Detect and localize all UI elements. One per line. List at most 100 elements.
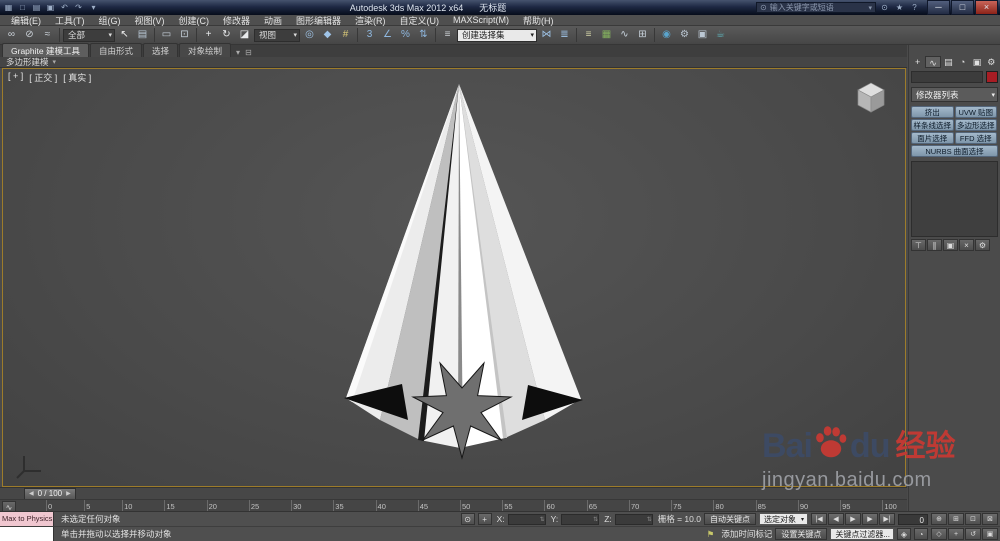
select-and-scale-icon[interactable]: ◪ xyxy=(236,27,253,43)
make-unique-icon[interactable]: ▣ xyxy=(943,239,958,251)
menu-item-12[interactable]: 帮助(H) xyxy=(516,14,561,27)
save-file-icon[interactable]: ▣ xyxy=(44,2,57,13)
panel-tab-modify[interactable]: ∿ xyxy=(925,55,941,68)
material-editor-icon[interactable]: ◉ xyxy=(658,27,675,43)
modifier-button-5[interactable]: 面片选择 xyxy=(911,132,954,144)
remove-modifier-icon[interactable]: × xyxy=(959,239,974,251)
select-and-manipulate-icon[interactable]: ◆ xyxy=(319,27,336,43)
menu-item-2[interactable]: 工具(T) xyxy=(48,14,92,27)
named-selection-sets-dropdown[interactable]: 创建选择集 ▾ xyxy=(457,28,537,42)
zoom-extents-all-button[interactable]: ⊠ xyxy=(982,513,998,525)
viewcube[interactable] xyxy=(853,79,889,115)
current-frame-field[interactable]: 0 xyxy=(898,513,928,525)
menu-item-9[interactable]: 渲染(R) xyxy=(348,14,393,27)
menu-item-3[interactable]: 组(G) xyxy=(92,14,128,27)
graphite-ribbon-toggle-icon[interactable]: ▦ xyxy=(598,27,615,43)
polygon-modeling-panel-label[interactable]: 多边形建模 xyxy=(6,56,49,68)
selection-filter-dropdown[interactable]: 全部 ▾ xyxy=(63,28,115,42)
select-and-rotate-icon[interactable]: ↻ xyxy=(218,27,235,43)
reference-coordinate-system-dropdown[interactable]: 视图 ▾ xyxy=(254,28,300,42)
app-menu-icon[interactable]: ▦ xyxy=(2,2,15,13)
panel-tab-motion[interactable]: ◔ xyxy=(956,56,969,68)
time-tag-flag-icon[interactable]: ⚑ xyxy=(707,529,715,540)
panel-tab-create[interactable]: + xyxy=(911,56,924,68)
pin-stack-icon[interactable]: ⊤ xyxy=(911,239,926,251)
y-coordinate-field[interactable]: ⇅ xyxy=(561,513,600,525)
spinner-snap-toggle-icon[interactable]: ⇅ xyxy=(415,27,432,43)
keyboard-shortcut-override-icon[interactable]: # xyxy=(337,27,354,43)
select-by-name-icon[interactable]: ▤ xyxy=(134,27,151,43)
selection-lock-toggle[interactable]: ⊙ xyxy=(460,513,475,525)
ribbon-tab-3[interactable]: 选择 xyxy=(142,43,178,57)
snap-toggle-3d-icon[interactable]: 3 xyxy=(361,27,378,43)
rectangular-selection-region-icon[interactable]: ▭ xyxy=(158,27,175,43)
ribbon-minimize-icon[interactable]: ⊟ xyxy=(245,48,252,57)
minimize-button[interactable]: ─ xyxy=(927,0,950,15)
edit-named-selection-sets-icon[interactable]: ≡ xyxy=(439,27,456,43)
next-frame-button[interactable]: ▶ xyxy=(862,513,878,525)
modifier-stack-list[interactable] xyxy=(911,161,998,237)
viewport-shading-menu[interactable]: [ 真实 ] xyxy=(63,71,91,84)
add-time-tag[interactable]: 添加时间标记 xyxy=(721,528,772,540)
key-filters-button[interactable]: 关键点过滤器... xyxy=(830,528,894,540)
menu-item-7[interactable]: 动画 xyxy=(257,14,289,27)
next-frame-arrow-icon[interactable]: ▶ xyxy=(66,490,71,497)
unlink-selection-icon[interactable]: ⊘ xyxy=(21,27,38,43)
percent-snap-toggle-icon[interactable]: % xyxy=(397,27,414,43)
modifier-button-1[interactable]: 挤出 xyxy=(911,106,954,118)
use-pivot-point-center-icon[interactable]: ◎ xyxy=(301,27,318,43)
menu-item-6[interactable]: 修改器 xyxy=(216,14,257,27)
pan-button[interactable]: + xyxy=(948,528,964,540)
menu-item-11[interactable]: MAXScript(M) xyxy=(446,15,516,25)
close-button[interactable]: × xyxy=(975,0,998,15)
curve-editor-icon[interactable]: ∿ xyxy=(616,27,633,43)
go-to-start-button[interactable]: |◀ xyxy=(811,513,827,525)
field-of-view-button[interactable]: ◇ xyxy=(931,528,947,540)
align-icon[interactable]: ≣ xyxy=(556,27,573,43)
menu-item-4[interactable]: 视图(V) xyxy=(128,14,172,27)
key-mode-toggle[interactable]: ◈ xyxy=(897,528,911,540)
zoom-all-button[interactable]: ⊞ xyxy=(948,513,964,525)
panel-tab-utilities[interactable]: ⚙ xyxy=(985,56,998,68)
modifier-button-4[interactable]: 多边形选择 xyxy=(954,119,997,131)
viewport-general-menu[interactable]: [ + ] xyxy=(8,71,23,84)
menu-item-8[interactable]: 图形编辑器 xyxy=(289,14,348,27)
maximize-viewport-toggle-button[interactable]: ▣ xyxy=(982,528,998,540)
ribbon-tab-2[interactable]: 自由形式 xyxy=(89,43,142,57)
select-and-link-icon[interactable]: ∞ xyxy=(3,27,20,43)
maxscript-mini-listener-input[interactable]: Max to Physics | xyxy=(0,512,54,526)
ribbon-tab-1[interactable]: Graphite 建模工具 xyxy=(2,43,89,57)
modifier-button-6[interactable]: FFD 选择 xyxy=(954,132,997,144)
angle-snap-toggle-icon[interactable]: ∠ xyxy=(379,27,396,43)
communication-center-icon[interactable]: ★ xyxy=(893,2,906,13)
orbit-button[interactable]: ↺ xyxy=(965,528,981,540)
help-icon[interactable]: ? xyxy=(908,2,921,13)
manage-layers-icon[interactable]: ≡ xyxy=(580,27,597,43)
selection-set-dropdown[interactable]: 选定对象 ▾ xyxy=(758,513,808,525)
window-crossing-toggle-icon[interactable]: ⊡ xyxy=(176,27,193,43)
menu-item-5[interactable]: 创建(C) xyxy=(172,14,217,27)
auto-key-button[interactable]: 自动关键点 xyxy=(703,513,756,525)
quick-access-chevron-down-icon[interactable]: ▾ xyxy=(87,2,100,13)
maximize-button[interactable]: □ xyxy=(951,0,974,15)
zoom-button[interactable]: ⊕ xyxy=(931,513,947,525)
menu-item-10[interactable]: 自定义(U) xyxy=(393,14,447,27)
previous-frame-button[interactable]: ◀ xyxy=(828,513,844,525)
previous-frame-arrow-icon[interactable]: ◀ xyxy=(29,490,34,497)
render-production-icon[interactable]: ☕ xyxy=(712,27,729,43)
absolute-mode-toggle[interactable]: + xyxy=(477,513,492,525)
mirror-icon[interactable]: ⋈ xyxy=(538,27,555,43)
panel-tab-display[interactable]: ▣ xyxy=(970,56,983,68)
new-scene-icon[interactable]: □ xyxy=(16,2,29,13)
set-key-button[interactable]: 设置关键点 xyxy=(775,528,828,540)
modifier-list-dropdown[interactable]: 修改器列表 ▾ xyxy=(911,87,998,102)
time-configuration-button[interactable]: ◔ xyxy=(914,528,928,540)
maxscript-mini-listener-output[interactable] xyxy=(0,527,54,541)
panel-tab-hierarchy[interactable]: ▤ xyxy=(942,56,955,68)
render-setup-icon[interactable]: ⚙ xyxy=(676,27,693,43)
schematic-view-icon[interactable]: ⊞ xyxy=(634,27,651,43)
x-coordinate-field[interactable]: ⇅ xyxy=(507,513,546,525)
z-coordinate-field[interactable]: ⇅ xyxy=(614,513,653,525)
go-to-end-button[interactable]: ▶| xyxy=(879,513,895,525)
open-file-icon[interactable]: ▤ xyxy=(30,2,43,13)
